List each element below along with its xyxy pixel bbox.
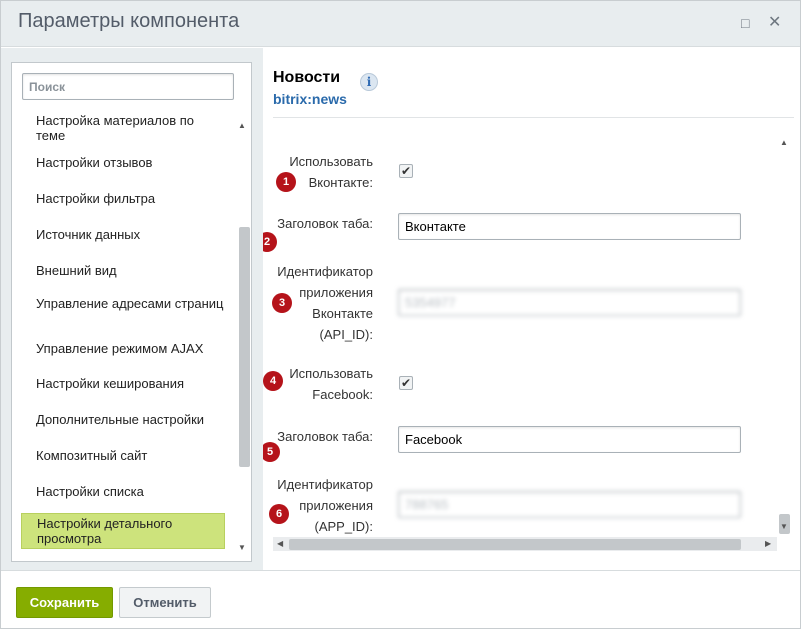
settings-groups-pane: Настройка материалов по теме Настройки о… bbox=[11, 62, 252, 562]
settings-groups-list: Настройка материалов по теме Настройки о… bbox=[12, 115, 238, 553]
vk-api-id-input[interactable] bbox=[398, 289, 741, 316]
sidebar-scroll-thumb[interactable] bbox=[239, 227, 250, 467]
use-fb-checkbox[interactable]: ✔ bbox=[399, 376, 413, 390]
maximize-icon[interactable]: □ bbox=[741, 15, 749, 31]
dialog-footer: Сохранить Отменить bbox=[1, 570, 800, 628]
fb-app-id-input[interactable] bbox=[398, 491, 741, 518]
sidebar-item-list-settings[interactable]: Настройки списка bbox=[21, 482, 225, 501]
sidebar-item-reviews[interactable]: Настройки отзывов bbox=[21, 153, 225, 172]
scroll-right-icon[interactable]: ▶ bbox=[765, 537, 771, 551]
dialog-titlebar[interactable]: Параметры компонента □ ✕ bbox=[1, 1, 800, 47]
dialog-body: Настройка материалов по теме Настройки о… bbox=[1, 48, 800, 570]
fb-tab-title-input[interactable] bbox=[398, 426, 741, 453]
close-icon[interactable]: ✕ bbox=[768, 15, 781, 31]
dialog-title: Параметры компонента bbox=[18, 10, 240, 32]
callout-badge: 4 bbox=[263, 371, 283, 391]
fb-tab-title-label: Заголовок таба: bbox=[277, 429, 373, 444]
component-title: Новости bbox=[273, 69, 341, 86]
sidebar-item-composite-site[interactable]: Композитный сайт bbox=[21, 446, 225, 465]
callout-badge: 3 bbox=[272, 293, 292, 313]
callout-badge: 1 bbox=[276, 172, 296, 192]
callout-badge: 2 bbox=[263, 232, 277, 252]
content-horizontal-scrollbar[interactable]: ◀ ▶ bbox=[273, 537, 777, 551]
sidebar-item-detail-view[interactable]: Настройки детального просмотра bbox=[21, 513, 225, 549]
sidebar-item-additional[interactable]: Дополнительные настройки bbox=[21, 410, 225, 429]
save-button[interactable]: Сохранить bbox=[16, 587, 113, 618]
settings-form: Использовать Вконтакте: ✔ 1 Заголовок та… bbox=[263, 136, 793, 546]
scroll-left-icon[interactable]: ◀ bbox=[277, 537, 283, 551]
scroll-up-icon[interactable]: ▲ bbox=[780, 138, 788, 147]
vk-tab-title-label: Заголовок таба: bbox=[277, 216, 373, 231]
callout-badge: 5 bbox=[263, 442, 280, 462]
settings-content-pane: Новости i bitrix:news Использовать Вконт… bbox=[263, 48, 800, 570]
scroll-up-icon[interactable]: ▲ bbox=[238, 121, 246, 130]
component-code: bitrix:news bbox=[273, 91, 347, 107]
component-settings-dialog: Параметры компонента □ ✕ Настройка матер… bbox=[0, 0, 801, 629]
cancel-button[interactable]: Отменить bbox=[119, 587, 211, 618]
info-icon[interactable]: i bbox=[360, 73, 378, 91]
sidebar-item-filter[interactable]: Настройки фильтра bbox=[21, 189, 225, 208]
sidebar-item-appearance[interactable]: Внешний вид bbox=[21, 261, 225, 280]
vk-tab-title-input[interactable] bbox=[398, 213, 741, 240]
search-input[interactable] bbox=[22, 73, 234, 100]
scroll-down-icon[interactable]: ▼ bbox=[780, 522, 788, 531]
scroll-down-icon[interactable]: ▼ bbox=[238, 543, 246, 552]
callout-badge: 6 bbox=[269, 504, 289, 524]
sidebar-scrollbar[interactable]: ▲ ▼ bbox=[236, 115, 250, 555]
content-hscroll-thumb[interactable] bbox=[289, 539, 741, 550]
use-vk-checkbox[interactable]: ✔ bbox=[399, 164, 413, 178]
content-vertical-scrollbar[interactable]: ▲ ▼ bbox=[777, 136, 791, 546]
divider bbox=[273, 117, 794, 118]
sidebar-item-page-addresses[interactable]: Управление адресами страниц bbox=[21, 294, 225, 313]
sidebar-item-ajax-mode[interactable]: Управление режимом AJAX bbox=[21, 339, 225, 358]
sidebar-item-caching[interactable]: Настройки кеширования bbox=[21, 374, 225, 393]
sidebar-item-related-materials[interactable]: Настройка материалов по теме bbox=[21, 115, 225, 145]
sidebar-item-data-source[interactable]: Источник данных bbox=[21, 225, 225, 244]
